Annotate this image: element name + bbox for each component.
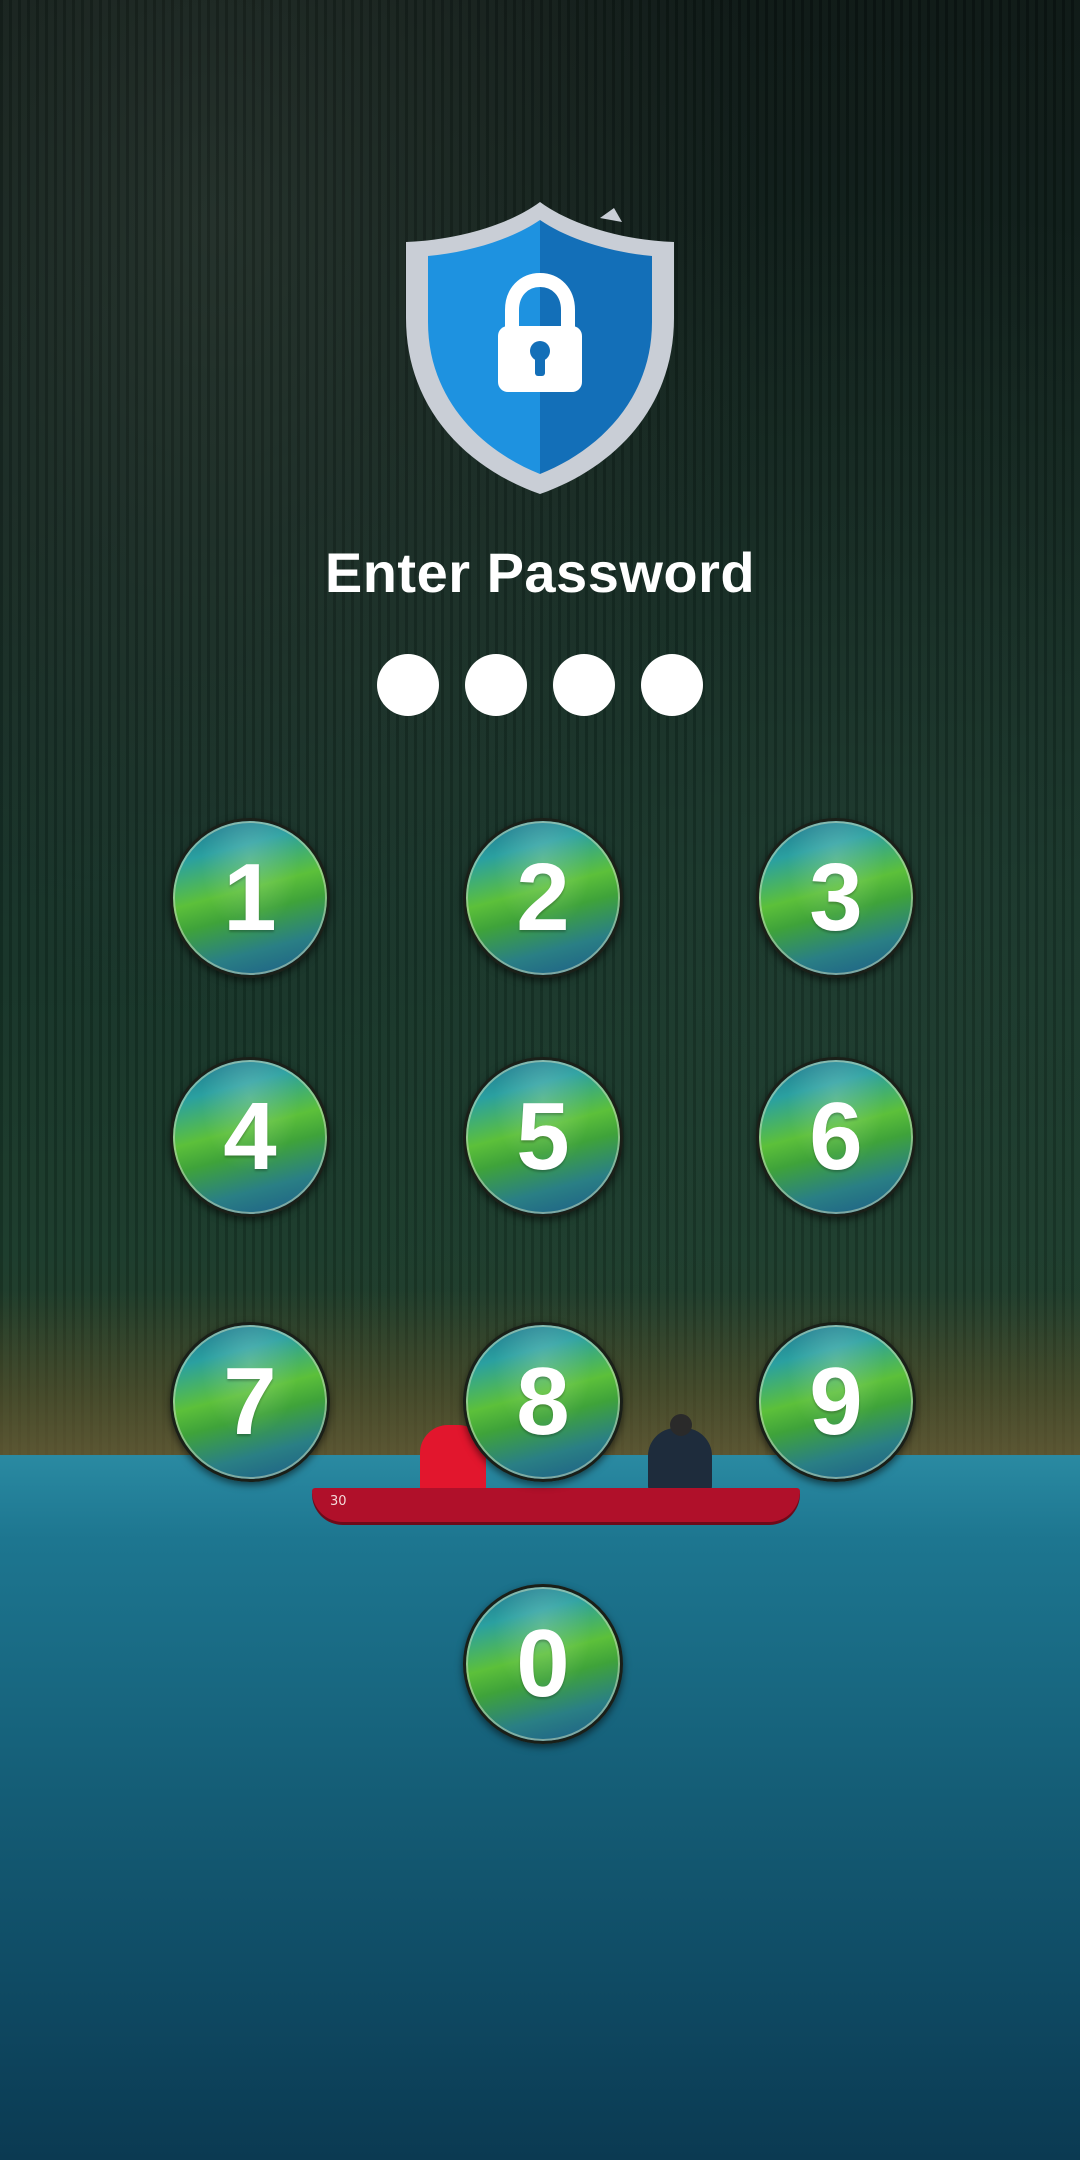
lock-screen: 30 Enter Password 1 2 3 4 5 6 7 8 9 0 xyxy=(0,0,1080,2160)
key-label: 3 xyxy=(809,844,863,951)
background-lake xyxy=(0,1455,1080,2160)
pin-dot xyxy=(377,654,439,716)
key-8-button[interactable]: 8 xyxy=(463,1322,623,1482)
key-label: 9 xyxy=(809,1348,863,1455)
key-label: 7 xyxy=(223,1348,277,1455)
pin-dot xyxy=(641,654,703,716)
canoe-number: 30 xyxy=(330,1494,347,1509)
key-0-button[interactable]: 0 xyxy=(463,1584,623,1744)
key-6-button[interactable]: 6 xyxy=(756,1057,916,1217)
key-label: 2 xyxy=(516,844,570,951)
key-1-button[interactable]: 1 xyxy=(170,818,330,978)
paddler-dark xyxy=(648,1414,712,1494)
pin-dot xyxy=(553,654,615,716)
key-label: 6 xyxy=(809,1083,863,1190)
key-3-button[interactable]: 3 xyxy=(756,818,916,978)
key-4-button[interactable]: 4 xyxy=(170,1057,330,1217)
key-2-button[interactable]: 2 xyxy=(463,818,623,978)
shield-lock-icon xyxy=(400,198,680,498)
key-label: 0 xyxy=(516,1610,570,1717)
key-label: 5 xyxy=(516,1083,570,1190)
canoe: 30 xyxy=(312,1488,800,1522)
key-label: 8 xyxy=(516,1348,570,1455)
page-title: Enter Password xyxy=(324,541,756,604)
pin-dot xyxy=(465,654,527,716)
key-9-button[interactable]: 9 xyxy=(756,1322,916,1482)
key-label: 1 xyxy=(223,844,277,951)
key-label: 4 xyxy=(223,1083,277,1190)
key-5-button[interactable]: 5 xyxy=(463,1057,623,1217)
pin-indicator xyxy=(377,654,703,716)
key-7-button[interactable]: 7 xyxy=(170,1322,330,1482)
